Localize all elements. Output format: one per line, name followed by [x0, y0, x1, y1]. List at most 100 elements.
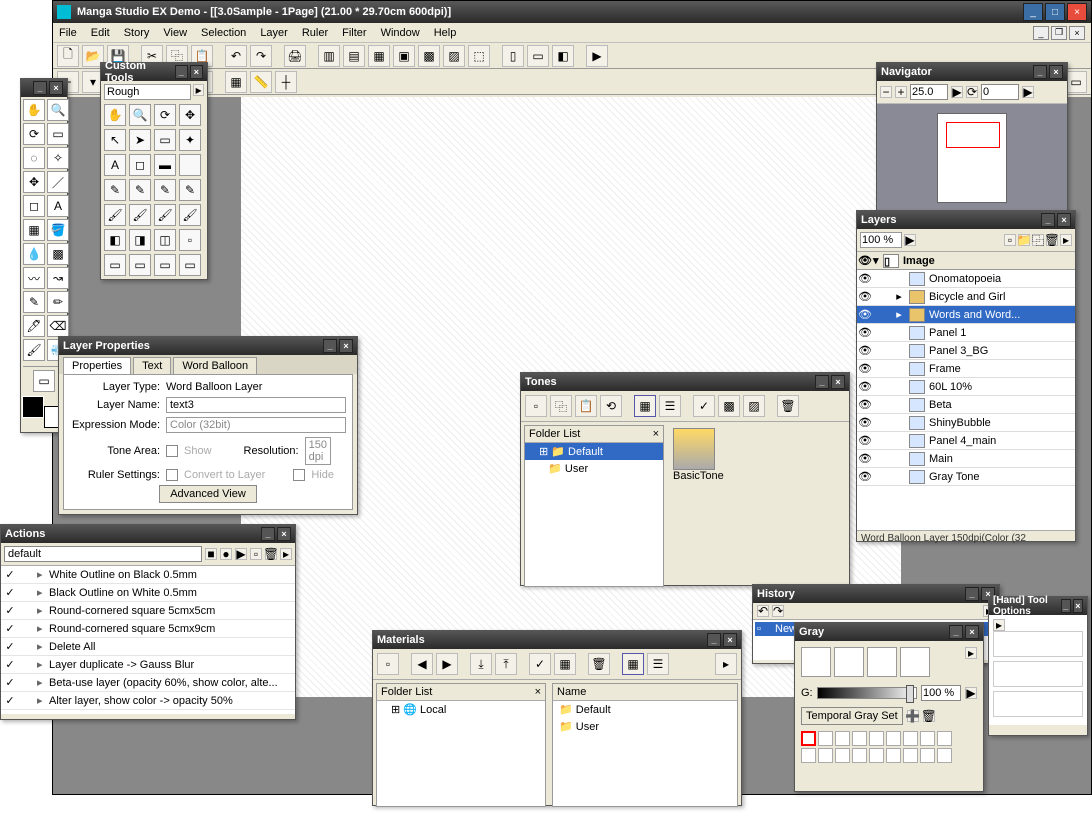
nav-rotate-field[interactable] [981, 84, 1019, 100]
layer-visible-icon[interactable]: 👁 [857, 290, 873, 303]
action-check-icon[interactable]: ✓ [1, 640, 19, 653]
mat-new-icon[interactable]: ▫ [377, 653, 399, 675]
close-button[interactable]: × [1067, 3, 1087, 21]
duplicate-layer-icon[interactable]: ⿻ [1032, 234, 1044, 246]
gray-cell-15[interactable] [903, 748, 918, 763]
actions-min-icon[interactable]: _ [261, 527, 275, 541]
layer-row[interactable]: 👁Beta [857, 396, 1075, 414]
ct-min-icon[interactable]: _ [175, 65, 188, 79]
layer-visible-icon[interactable]: 👁 [857, 398, 873, 411]
tones-grid-view-icon[interactable]: ▦ [634, 395, 656, 417]
line-tool-icon[interactable]: ／ [47, 171, 69, 193]
actions-new-icon[interactable]: ▫ [250, 548, 262, 560]
layer-visible-icon[interactable]: 👁 [857, 308, 873, 321]
dropper-icon[interactable]: 💧 [23, 243, 45, 265]
gray-cell-5[interactable] [886, 731, 901, 746]
tb-btn-a[interactable]: ▥ [318, 45, 340, 67]
layer-row[interactable]: 👁▸Words and Word... [857, 306, 1075, 324]
titlebar[interactable]: Manga Studio EX Demo - [[3.0Sample - 1Pa… [53, 1, 1091, 23]
actions-set-select[interactable] [4, 546, 202, 562]
gray-cell-3[interactable] [852, 731, 867, 746]
gray-add-icon[interactable]: ➕ [907, 710, 919, 722]
undo-icon[interactable]: ↶ [225, 45, 247, 67]
action-check-icon[interactable]: ✓ [1, 676, 19, 689]
hand-opt-3[interactable] [993, 691, 1083, 717]
tones-folder-close-icon[interactable]: × [653, 428, 659, 440]
ct-pen1-icon[interactable]: ✎ [104, 179, 126, 201]
ct-pen2-icon[interactable]: ✎ [129, 179, 151, 201]
pencil-icon[interactable]: ✏ [47, 291, 69, 313]
new-layer-icon[interactable]: ▫ [1004, 234, 1016, 246]
action-row[interactable]: ✓▸White Outline on Black 0.5mm [1, 566, 295, 584]
actions-list[interactable]: ✓▸White Outline on Black 0.5mm✓▸Black Ou… [1, 566, 295, 714]
tb-btn-h[interactable]: ▯ [502, 45, 524, 67]
ct-pointer-icon[interactable]: ➤ [129, 129, 151, 151]
action-check-icon[interactable]: ✓ [1, 586, 19, 599]
ct-hand-icon[interactable]: ✋ [104, 104, 126, 126]
navigator-view[interactable] [877, 104, 1067, 212]
nav-zoom-field[interactable] [910, 84, 948, 100]
mat-view1-icon[interactable]: ▦ [622, 653, 644, 675]
tb-btn-c[interactable]: ▦ [368, 45, 390, 67]
actions-play-icon[interactable]: ▶ [235, 548, 247, 560]
hand-min-icon[interactable]: _ [1061, 599, 1071, 613]
layers-close-icon[interactable]: × [1057, 213, 1071, 227]
tab-properties[interactable]: Properties [63, 357, 131, 374]
move-layer-icon[interactable]: ✥ [23, 171, 45, 193]
layer-visible-icon[interactable]: 👁 [857, 434, 873, 447]
redo-icon[interactable]: ↷ [250, 45, 272, 67]
ct-close-icon[interactable]: × [190, 65, 203, 79]
menu-story[interactable]: Story [124, 27, 150, 39]
menu-window[interactable]: Window [381, 27, 420, 39]
tb-btn-k[interactable]: ▶ [586, 45, 608, 67]
action-row[interactable]: ✓▸Layer duplicate -> Gauss Blur [1, 656, 295, 674]
mat-folder-close-icon[interactable]: × [535, 686, 541, 698]
ct-pen3-icon[interactable]: ✎ [154, 179, 176, 201]
tones-thumb-basictone[interactable]: BasicTone [673, 428, 724, 584]
tab-word-balloon[interactable]: Word Balloon [173, 357, 257, 374]
menu-help[interactable]: Help [434, 27, 457, 39]
lp-min-icon[interactable]: _ [323, 339, 337, 353]
tb-btn-i[interactable]: ▭ [527, 45, 549, 67]
gray-cell-16[interactable] [920, 748, 935, 763]
eraser-icon[interactable]: ⌫ [47, 315, 69, 337]
navigator-thumbnail[interactable] [937, 113, 1007, 203]
shape-tool-icon[interactable]: ◻ [23, 195, 45, 217]
fill-icon[interactable]: 🪣 [47, 219, 69, 241]
mat-import-icon[interactable]: ⤓ [470, 653, 492, 675]
layer-visible-icon[interactable]: 👁 [857, 380, 873, 393]
action-check-icon[interactable]: ✓ [1, 568, 19, 581]
action-row[interactable]: ✓▸Round-cornered square 5cmx9cm [1, 620, 295, 638]
mat-item-user[interactable]: 📁 User [553, 718, 737, 735]
nav-min-icon[interactable]: _ [1033, 65, 1047, 79]
lp-hide-check[interactable] [293, 469, 305, 481]
tb-btn-d[interactable]: ▣ [393, 45, 415, 67]
layer-opacity-field[interactable] [860, 232, 902, 248]
tb-btn-e[interactable]: ▩ [418, 45, 440, 67]
gray-trash-icon[interactable]: 🗑 [923, 710, 935, 722]
ct-empty-1[interactable] [179, 154, 201, 176]
trim-icon[interactable]: ▭ [1065, 71, 1087, 93]
tones-opt2-icon[interactable]: ▨ [743, 395, 765, 417]
gray-slider[interactable] [817, 687, 917, 699]
brush-icon[interactable]: 🖌 [23, 339, 45, 361]
new-folder-icon[interactable]: 📁 [1018, 234, 1030, 246]
hist-min-icon[interactable]: _ [965, 587, 979, 601]
action-row[interactable]: ✓▸Beta-use layer (opacity 60%, show colo… [1, 674, 295, 692]
mdi-min-button[interactable]: _ [1033, 26, 1049, 40]
tb-btn-f[interactable]: ▨ [443, 45, 465, 67]
ct-slot-4[interactable]: ▭ [179, 254, 201, 276]
tones-replace-icon[interactable]: ⟲ [600, 395, 622, 417]
ct-menu-icon[interactable]: ▸ [193, 84, 204, 96]
layer-row[interactable]: 👁Panel 1 [857, 324, 1075, 342]
ct-slot-3[interactable]: ▭ [154, 254, 176, 276]
menu-view[interactable]: View [163, 27, 187, 39]
layer-header-row[interactable]: 👁▾▯ Image [857, 252, 1075, 270]
gray-cell-7[interactable] [920, 731, 935, 746]
grid-icon[interactable]: ▦ [225, 71, 247, 93]
layer-row[interactable]: 👁Main [857, 450, 1075, 468]
layer-row[interactable]: 👁Frame [857, 360, 1075, 378]
gray-close-icon[interactable]: × [965, 625, 979, 639]
gradient-icon[interactable]: ▦ [23, 219, 45, 241]
gray-cell-13[interactable] [869, 748, 884, 763]
